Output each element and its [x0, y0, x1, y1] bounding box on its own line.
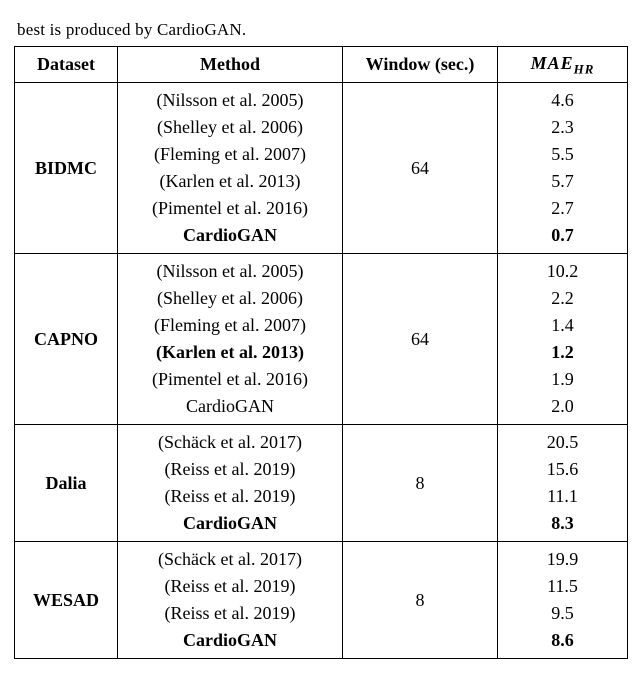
method-entry: (Shelley et al. 2006) — [124, 114, 336, 141]
mae-entry: 8.6 — [504, 627, 621, 654]
mae-entry: 2.7 — [504, 195, 621, 222]
table-row: WESAD(Schäck et al. 2017)(Reiss et al. 2… — [15, 542, 628, 659]
method-entry: (Pimentel et al. 2016) — [124, 366, 336, 393]
header-mae-main: MAE — [531, 53, 574, 73]
dataset-cell: CAPNO — [15, 254, 118, 425]
method-entry: (Reiss et al. 2019) — [124, 600, 336, 627]
mae-entry: 20.5 — [504, 429, 621, 456]
mae-entry: 9.5 — [504, 600, 621, 627]
method-entry: (Fleming et al. 2007) — [124, 141, 336, 168]
mae-entry: 5.5 — [504, 141, 621, 168]
table-header-row: Dataset Method Window (sec.) MAEHR — [15, 47, 628, 83]
results-table: Dataset Method Window (sec.) MAEHR BIDMC… — [14, 46, 628, 659]
dataset-cell: BIDMC — [15, 83, 118, 254]
window-cell: 64 — [343, 254, 498, 425]
header-dataset: Dataset — [15, 47, 118, 83]
mae-entry: 1.2 — [504, 339, 621, 366]
method-entry: (Reiss et al. 2019) — [124, 573, 336, 600]
method-entry: CardioGAN — [124, 222, 336, 249]
mae-entry: 2.0 — [504, 393, 621, 420]
window-cell: 8 — [343, 425, 498, 542]
mae-entry: 2.3 — [504, 114, 621, 141]
method-entry: CardioGAN — [124, 627, 336, 654]
mae-entry: 19.9 — [504, 546, 621, 573]
header-mae: MAEHR — [498, 47, 628, 83]
mae-entry: 10.2 — [504, 258, 621, 285]
method-entry: (Reiss et al. 2019) — [124, 483, 336, 510]
mae-entry: 2.2 — [504, 285, 621, 312]
methods-cell: (Nilsson et al. 2005)(Shelley et al. 200… — [118, 83, 343, 254]
mae-entry: 15.6 — [504, 456, 621, 483]
caption-fragment: best is produced by CardioGAN. — [17, 20, 626, 40]
method-entry: (Karlen et al. 2013) — [124, 168, 336, 195]
mae-entry: 11.5 — [504, 573, 621, 600]
page-container: best is produced by CardioGAN. Dataset M… — [0, 0, 640, 679]
mae-entry: 11.1 — [504, 483, 621, 510]
method-entry: CardioGAN — [124, 393, 336, 420]
mae-entry: 1.4 — [504, 312, 621, 339]
mae-cell: 4.62.35.55.72.70.7 — [498, 83, 628, 254]
method-entry: CardioGAN — [124, 510, 336, 537]
mae-entry: 1.9 — [504, 366, 621, 393]
methods-cell: (Nilsson et al. 2005)(Shelley et al. 200… — [118, 254, 343, 425]
methods-cell: (Schäck et al. 2017)(Reiss et al. 2019)(… — [118, 425, 343, 542]
methods-cell: (Schäck et al. 2017)(Reiss et al. 2019)(… — [118, 542, 343, 659]
method-entry: (Schäck et al. 2017) — [124, 429, 336, 456]
header-mae-sub: HR — [574, 62, 595, 77]
table-body: BIDMC(Nilsson et al. 2005)(Shelley et al… — [15, 83, 628, 659]
mae-entry: 8.3 — [504, 510, 621, 537]
dataset-cell: Dalia — [15, 425, 118, 542]
header-method: Method — [118, 47, 343, 83]
method-entry: (Reiss et al. 2019) — [124, 456, 336, 483]
mae-entry: 4.6 — [504, 87, 621, 114]
mae-entry: 0.7 — [504, 222, 621, 249]
method-entry: (Fleming et al. 2007) — [124, 312, 336, 339]
table-row: BIDMC(Nilsson et al. 2005)(Shelley et al… — [15, 83, 628, 254]
table-row: CAPNO(Nilsson et al. 2005)(Shelley et al… — [15, 254, 628, 425]
window-cell: 8 — [343, 542, 498, 659]
method-entry: (Pimentel et al. 2016) — [124, 195, 336, 222]
method-entry: (Nilsson et al. 2005) — [124, 258, 336, 285]
mae-cell: 19.911.59.58.6 — [498, 542, 628, 659]
mae-entry: 5.7 — [504, 168, 621, 195]
method-entry: (Nilsson et al. 2005) — [124, 87, 336, 114]
dataset-cell: WESAD — [15, 542, 118, 659]
method-entry: (Schäck et al. 2017) — [124, 546, 336, 573]
window-cell: 64 — [343, 83, 498, 254]
table-row: Dalia(Schäck et al. 2017)(Reiss et al. 2… — [15, 425, 628, 542]
mae-cell: 20.515.611.18.3 — [498, 425, 628, 542]
method-entry: (Karlen et al. 2013) — [124, 339, 336, 366]
method-entry: (Shelley et al. 2006) — [124, 285, 336, 312]
header-window: Window (sec.) — [343, 47, 498, 83]
mae-cell: 10.22.21.41.21.92.0 — [498, 254, 628, 425]
